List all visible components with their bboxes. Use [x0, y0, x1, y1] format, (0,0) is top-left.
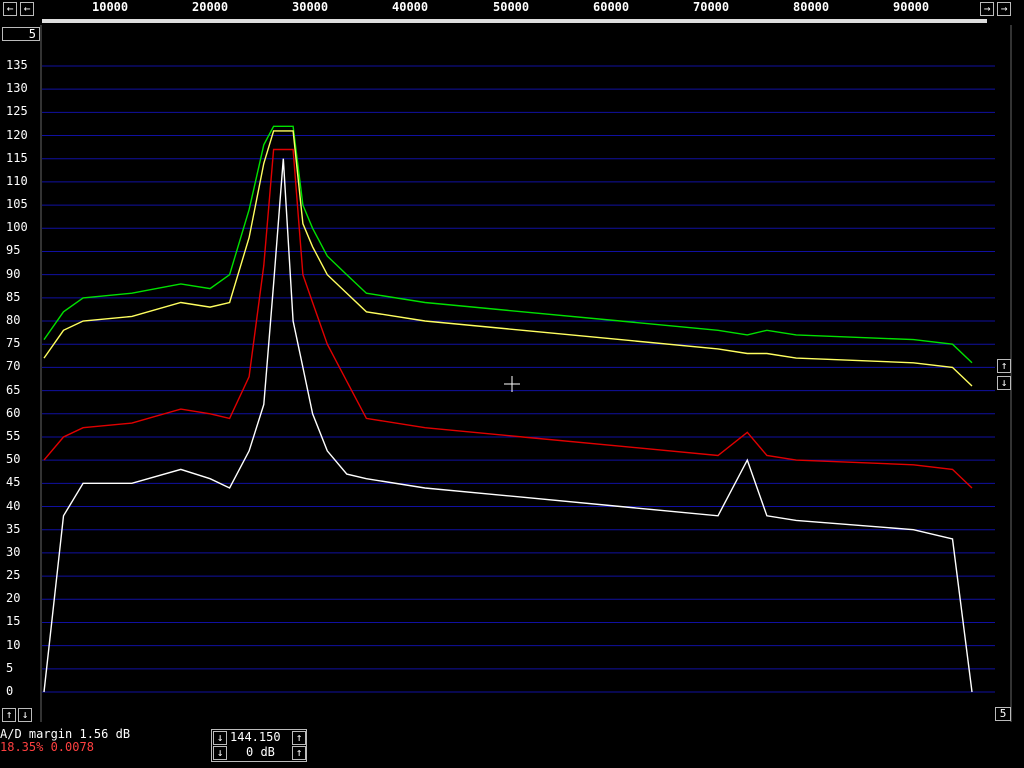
db-tick-label: 80 — [6, 313, 21, 328]
db-tick-label: 55 — [6, 428, 21, 443]
db-tick-label: 25 — [6, 568, 21, 583]
db-tick-label: 40 — [6, 498, 21, 513]
db-tick-label: 0 — [6, 684, 14, 698]
db-tick-label: 65 — [6, 382, 21, 397]
db-tick-label: 85 — [6, 289, 21, 304]
freq-up-button[interactable]: ↑ — [292, 731, 306, 745]
frequency-value[interactable]: 144.150 — [230, 730, 281, 744]
level-down-button[interactable]: ↓ — [18, 708, 32, 722]
db-tick-label: 105 — [6, 197, 28, 212]
db-tick-label: 130 — [6, 81, 28, 96]
db-tick-label: 15 — [6, 614, 21, 629]
level-up-button[interactable]: ↑ — [2, 708, 16, 722]
db-tick-label: 60 — [6, 405, 21, 420]
db-tick-label: 90 — [6, 266, 21, 281]
db-tick-label: 115 — [6, 150, 28, 165]
db-tick-label: 75 — [6, 336, 21, 351]
freq-down-button[interactable]: ↓ — [213, 731, 227, 745]
db-tick-label: 5 — [6, 660, 14, 675]
green-trace — [43, 125, 973, 364]
db-tick-label: 20 — [6, 591, 21, 606]
gain-up-button[interactable]: ↑ — [292, 746, 306, 760]
db-tick-label: 30 — [6, 544, 21, 559]
db-tick-label: 100 — [6, 220, 28, 235]
db-tick-label: 10 — [6, 637, 21, 652]
db-tick-label: 120 — [6, 127, 28, 142]
gain-down-button[interactable]: ↓ — [213, 746, 227, 760]
db-tick-label: 45 — [6, 475, 21, 490]
db-tick-label: 35 — [6, 521, 21, 536]
gain-value[interactable]: 0 dB — [246, 745, 275, 759]
db-tick-label: 135 — [6, 58, 28, 72]
db-tick-label: 125 — [6, 104, 28, 119]
percent-text: 18.35% 0.0078 — [0, 740, 94, 754]
db-tick-label: 50 — [6, 452, 21, 467]
bottom-right-box[interactable]: 5 — [995, 707, 1011, 721]
db-tick-label: 95 — [6, 243, 21, 258]
yellow-trace — [43, 130, 973, 387]
scale-up-button[interactable]: ↑ — [997, 359, 1011, 373]
scale-down-button[interactable]: ↓ — [997, 376, 1011, 390]
db-tick-label: 70 — [6, 359, 21, 374]
ad-margin-text: A/D margin 1.56 dB — [0, 727, 131, 741]
db-tick-label: 110 — [6, 173, 28, 188]
white-trace — [43, 158, 973, 693]
spectrum-plot[interactable] — [0, 0, 1024, 768]
